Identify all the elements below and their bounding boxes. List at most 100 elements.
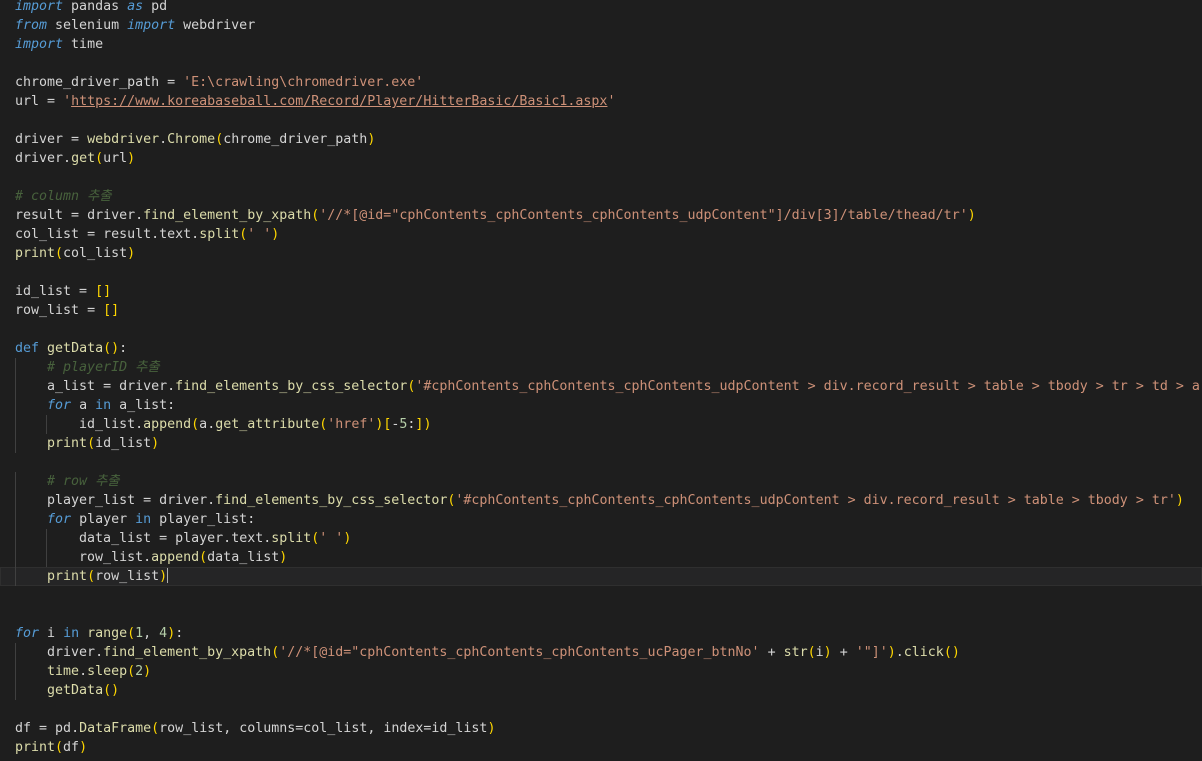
code-token: getData bbox=[47, 683, 104, 698]
code-token: col_list bbox=[63, 246, 128, 261]
code-editor[interactable]: import pandas as pd from selenium import … bbox=[0, 0, 1202, 761]
code-token: ( bbox=[191, 417, 200, 432]
code-token: split bbox=[199, 227, 240, 242]
code-token: print bbox=[15, 740, 56, 755]
code-token: https://www.koreabaseball.com/Record/Pla… bbox=[71, 94, 608, 109]
code-line[interactable]: a_list = driver.find_elements_by_css_sel… bbox=[0, 377, 1202, 396]
code-line[interactable] bbox=[0, 453, 1202, 472]
code-text: chrome_driver_path = 'E:\crawling\chrome… bbox=[15, 73, 423, 92]
code-token: find_elements_by_css_selector bbox=[175, 379, 408, 394]
code-token: import bbox=[15, 0, 64, 14]
code-token: import bbox=[127, 18, 176, 33]
code-token: . bbox=[191, 227, 200, 242]
code-token: = bbox=[167, 75, 176, 90]
code-token: ) bbox=[367, 132, 376, 147]
code-text: import time bbox=[15, 35, 103, 54]
code-line[interactable]: id_list.append(a.get_attribute('href')[-… bbox=[0, 415, 1202, 434]
code-token: . bbox=[895, 645, 904, 660]
code-line[interactable]: driver.find_element_by_xpath('//*[@id="c… bbox=[0, 643, 1202, 662]
code-token: . bbox=[135, 208, 144, 223]
code-line[interactable]: print(col_list) bbox=[0, 244, 1202, 263]
code-line[interactable]: import pandas as pd bbox=[0, 0, 1202, 16]
code-line[interactable]: def getData(): bbox=[0, 339, 1202, 358]
code-line[interactable]: df = pd.DataFrame(row_list, columns=col_… bbox=[0, 719, 1202, 738]
code-line[interactable]: data_list = player.text.split(' ') bbox=[0, 529, 1202, 548]
code-text: print(row_list) bbox=[15, 567, 169, 586]
code-token: ( bbox=[127, 626, 136, 641]
code-line[interactable] bbox=[0, 111, 1202, 130]
code-line[interactable]: # row 추출 bbox=[0, 472, 1202, 491]
code-line[interactable] bbox=[0, 263, 1202, 282]
code-token: driver bbox=[79, 208, 136, 223]
code-line[interactable]: url = 'https://www.koreabaseball.com/Rec… bbox=[0, 92, 1202, 111]
code-token: ) bbox=[151, 436, 160, 451]
code-token: ( bbox=[127, 664, 136, 679]
code-line[interactable]: print(id_list) bbox=[0, 434, 1202, 453]
code-line[interactable]: # playerID 추출 bbox=[0, 358, 1202, 377]
code-token: get bbox=[71, 151, 96, 166]
code-token: in bbox=[95, 398, 112, 413]
code-line[interactable]: row_list = [] bbox=[0, 301, 1202, 320]
code-token: chrome_driver_path bbox=[223, 132, 368, 147]
code-token: append bbox=[151, 550, 200, 565]
code-token: df bbox=[15, 721, 40, 736]
code-token: ( bbox=[95, 151, 104, 166]
code-line[interactable]: for player in player_list: bbox=[0, 510, 1202, 529]
code-line[interactable]: row_list.append(data_list) bbox=[0, 548, 1202, 567]
code-token: ( bbox=[87, 436, 96, 451]
code-token: ) bbox=[343, 531, 352, 546]
code-line[interactable]: player_list = driver.find_elements_by_cs… bbox=[0, 491, 1202, 510]
code-line[interactable]: driver = webdriver.Chrome(chrome_driver_… bbox=[0, 130, 1202, 149]
code-line[interactable]: time.sleep(2) bbox=[0, 662, 1202, 681]
code-line[interactable]: print(row_list) bbox=[0, 567, 1202, 586]
code-token: . bbox=[223, 531, 232, 546]
code-line[interactable]: chrome_driver_path = 'E:\crawling\chrome… bbox=[0, 73, 1202, 92]
code-token: = bbox=[71, 132, 80, 147]
code-line[interactable] bbox=[0, 168, 1202, 187]
code-token: ) bbox=[887, 645, 896, 660]
code-text: df = pd.DataFrame(row_list, columns=col_… bbox=[15, 719, 495, 738]
code-token: = bbox=[159, 531, 168, 546]
code-line[interactable]: for i in range(1, 4): bbox=[0, 624, 1202, 643]
code-line[interactable]: col_list = result.text.split(' ') bbox=[0, 225, 1202, 244]
code-line[interactable] bbox=[0, 586, 1202, 605]
code-token: # column 추출 bbox=[15, 189, 112, 204]
code-token: result bbox=[15, 208, 72, 223]
code-line[interactable] bbox=[0, 605, 1202, 624]
code-text: # playerID 추출 bbox=[15, 358, 160, 377]
code-token: a bbox=[199, 417, 208, 432]
code-token: . bbox=[207, 417, 216, 432]
code-line[interactable]: print(df) bbox=[0, 738, 1202, 757]
code-token: ( bbox=[199, 550, 208, 565]
code-line[interactable] bbox=[0, 700, 1202, 719]
code-line[interactable] bbox=[0, 54, 1202, 73]
code-line[interactable]: # column 추출 bbox=[0, 187, 1202, 206]
code-line[interactable]: driver.get(url) bbox=[0, 149, 1202, 168]
code-token: in bbox=[63, 626, 80, 641]
code-text: # column 추출 bbox=[15, 187, 112, 206]
code-token: click bbox=[903, 645, 944, 660]
code-token: = bbox=[47, 94, 56, 109]
code-line[interactable]: import time bbox=[0, 35, 1202, 54]
code-line[interactable]: result = driver.find_element_by_xpath('/… bbox=[0, 206, 1202, 225]
code-text: time.sleep(2) bbox=[15, 662, 151, 681]
code-token: ) bbox=[487, 721, 496, 736]
code-line[interactable]: id_list = [] bbox=[0, 282, 1202, 301]
code-token: pd bbox=[47, 721, 72, 736]
code-token: range bbox=[87, 626, 128, 641]
code-token: # playerID 추출 bbox=[47, 360, 160, 375]
code-line[interactable]: from selenium import webdriver bbox=[0, 16, 1202, 35]
code-line[interactable] bbox=[0, 320, 1202, 339]
code-line[interactable]: for a in a_list: bbox=[0, 396, 1202, 415]
code-token: ) bbox=[143, 664, 152, 679]
code-line[interactable]: getData() bbox=[0, 681, 1202, 700]
